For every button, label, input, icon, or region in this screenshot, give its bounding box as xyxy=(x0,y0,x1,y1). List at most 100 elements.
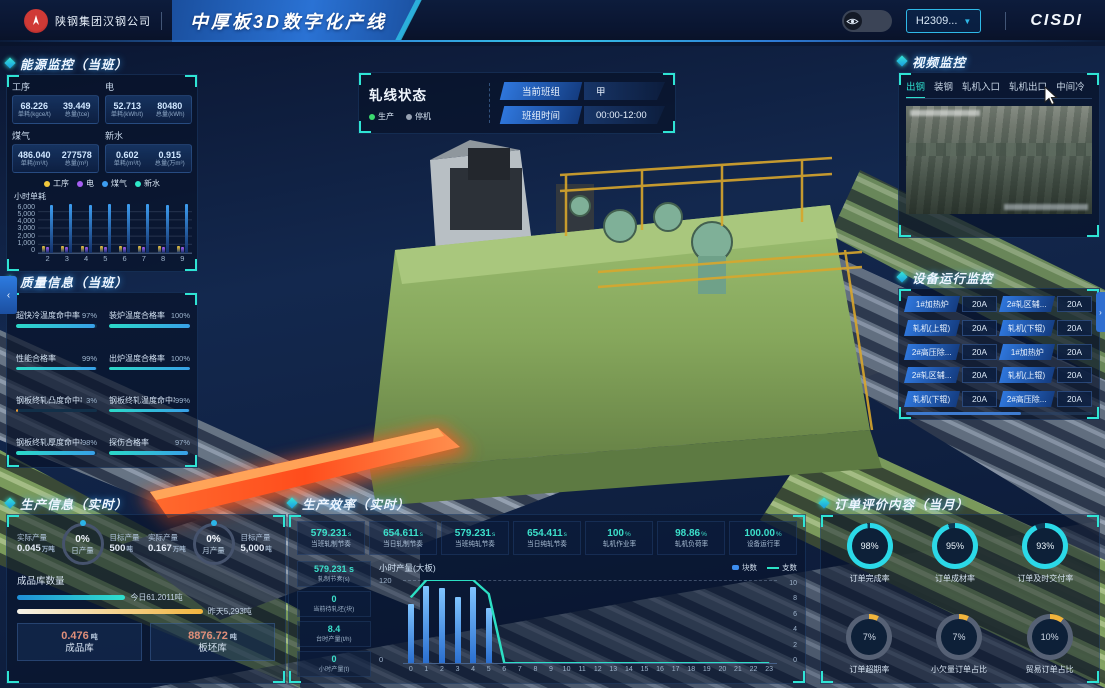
line-status-value: 00:00-12:00 xyxy=(584,106,665,124)
video-tab-轧机出口[interactable]: 轧机出口 xyxy=(1009,79,1047,97)
order-donut: 98% xyxy=(847,523,893,569)
hours-plot xyxy=(403,580,777,664)
device-row: 2#轧区辅...20A轧机(上辊)20A xyxy=(906,367,1092,383)
actual-unit: 万吨 xyxy=(42,546,55,553)
device-chip: 1#加热炉 xyxy=(904,296,960,312)
order-donut: 93% xyxy=(1022,523,1068,569)
right-collapse-tab[interactable]: › xyxy=(1096,292,1105,332)
orders-panel-header: 订单评价内容（当月） xyxy=(820,494,1100,512)
energy-bar xyxy=(185,204,188,253)
quality-progress-fill xyxy=(109,367,190,371)
quality-label: 超快冷温度命中率 xyxy=(16,310,80,321)
device-label: 2#高压除... xyxy=(912,346,952,357)
device-label: 2#高压除... xyxy=(1007,394,1047,405)
quality-progress-track xyxy=(16,451,97,455)
header-divider xyxy=(1005,12,1006,30)
quality-item: 超快冷温度命中率97% xyxy=(16,302,97,336)
hours-ytick-max: 120 xyxy=(379,576,392,585)
energy-bar-group xyxy=(96,204,115,253)
quality-item: 探伤合格率97% xyxy=(109,429,190,463)
line-status-chip-label: 当前班组 xyxy=(522,84,560,98)
order-gauge: 98%订单完成率 xyxy=(847,523,893,584)
stock-bar-text: 今日61.2011吨 xyxy=(130,592,182,603)
device-cell: 2#高压除...20A xyxy=(906,344,997,360)
order-gauges-top: 98%订单完成率 95%订单成材率 93%订单及时交付率 xyxy=(827,523,1093,584)
hours-xtick: 13 xyxy=(606,666,622,677)
eff-stat-value: 654.611s xyxy=(383,527,423,540)
video-tab-中间冷[interactable]: 中间冷 xyxy=(1056,79,1085,97)
heat-number-dropdown[interactable]: H2309... ▼ xyxy=(906,9,982,33)
device-cell: 轧机(下辊)20A xyxy=(1001,320,1092,336)
devices-scrollbar-thumb[interactable] xyxy=(906,412,1021,415)
eff-stat-label: 当日轧制节奏 xyxy=(383,540,423,549)
energy-chart-title: 小时单耗 xyxy=(14,191,192,202)
actual-label: 实际产量 xyxy=(148,533,187,542)
energy-xtick: 5 xyxy=(96,254,115,264)
hours-xtick: 22 xyxy=(746,666,762,677)
energy-metric-label: 总量(万m³) xyxy=(155,160,185,167)
video-feed[interactable] xyxy=(906,106,1092,214)
hours-xtick: 3 xyxy=(450,666,466,677)
order-gauge: 95%订单成材率 xyxy=(932,523,978,584)
energy-bar-group xyxy=(115,204,134,253)
eff-stat-label: 当班纯轧节奏 xyxy=(455,540,495,549)
energy-bar-group xyxy=(38,204,57,253)
energy-chart: 6,0005,0004,0003,0002,0001,0000 23456789 xyxy=(12,204,192,264)
hours-xtick: 19 xyxy=(699,666,715,677)
legend-item: 工序 xyxy=(44,178,69,189)
energy-xaxis: 23456789 xyxy=(38,254,192,264)
energy-metric-label: 单耗(m³/t) xyxy=(114,160,141,167)
ring-name: 月产量 xyxy=(202,546,225,555)
video-tab-轧机入口[interactable]: 轧机入口 xyxy=(962,79,1000,97)
energy-panel-header: 能源监控（当班） xyxy=(6,54,198,72)
quality-progress-fill xyxy=(109,409,189,413)
order-gauge: 93%订单及时交付率 xyxy=(1017,523,1073,584)
target-value: 5,000吨 xyxy=(241,543,280,555)
order-donut: 95% xyxy=(932,523,978,569)
order-gauges-bottom: 7%订单超期率7%小欠量订单占比10%贸易订单占比 xyxy=(827,614,1093,675)
ring-percent: 0% xyxy=(75,534,89,546)
device-chip: 2#高压除... xyxy=(904,344,960,360)
eff-stat-unit: % xyxy=(776,531,782,538)
panel-line-status: 轧线状态 生产停机 当前班组甲班组时间00:00-12:00 xyxy=(358,72,676,134)
energy-bar xyxy=(127,204,130,253)
energy-ytick: 3,000 xyxy=(17,225,35,232)
eff-stat-value: 654.411s xyxy=(527,527,567,540)
eff-side-card: 0小时产量(t) xyxy=(297,651,371,677)
hours-xtick: 2 xyxy=(434,666,450,677)
eff-side-label: 小时产量(t) xyxy=(319,666,350,674)
line-status-title: 轧线状态 xyxy=(369,84,489,104)
energy-metric-value: 0.915 xyxy=(158,150,181,160)
eff-stat-value: 579.231s xyxy=(311,527,351,540)
actual-unit: 万吨 xyxy=(173,546,186,553)
panel-devices: 设备运行监控 1#加热炉20A2#轧区辅...20A轧机(上辊)20A轧机(下辊… xyxy=(898,268,1100,420)
eff-side-label: 台时产量(t/h) xyxy=(316,636,352,644)
video-tabs: 出钢装钢轧机入口轧机出口中间冷电动热锯 xyxy=(906,79,1092,99)
video-tab-装钢[interactable]: 装钢 xyxy=(934,79,953,97)
company-logo: 陕钢集团汉钢公司 xyxy=(24,9,151,33)
video-tab-出钢[interactable]: 出钢 xyxy=(906,79,925,99)
hours-xtick: 23 xyxy=(761,666,777,677)
eff-stat-card: 654.411s当日纯轧节奏 xyxy=(513,521,581,555)
hours-rtick: 2 xyxy=(793,642,797,649)
left-collapse-tab[interactable]: ‹ xyxy=(0,276,17,314)
energy-metric-value: 68.226 xyxy=(20,101,48,111)
device-label: 轧机(下辊) xyxy=(1008,322,1045,333)
panel-orders: 订单评价内容（当月） 98%订单完成率 95%订单成材率 93%订单及时交付率 7%… xyxy=(820,494,1100,684)
order-gauge-value: 93% xyxy=(1022,523,1068,569)
device-chip: 轧机(上辊) xyxy=(999,367,1055,383)
visibility-toggle[interactable] xyxy=(842,10,892,32)
energy-metric-label: 总量(kWh) xyxy=(155,111,184,118)
device-cell: 1#加热炉20A xyxy=(906,296,997,312)
order-gauge-label: 订单超期率 xyxy=(849,664,889,675)
hours-rtick: 4 xyxy=(793,626,797,633)
panel-production: 生产信息（实时） 实际产量0.045万吨0%日产量目标产量500吨实际产量0.1… xyxy=(6,494,286,684)
energy-ytick: 4,000 xyxy=(17,218,35,225)
eff-stat-label: 轧机作业率 xyxy=(602,540,635,549)
stock-bars: 今日61.2011吨昨天5,293吨 xyxy=(17,592,275,616)
legend-label: 新水 xyxy=(144,178,160,189)
energy-ytick: 1,000 xyxy=(17,240,35,247)
eff-stat-unit: s xyxy=(564,531,567,538)
device-label: 1#加热炉 xyxy=(916,299,949,310)
store-unit: 吨 xyxy=(230,634,237,641)
